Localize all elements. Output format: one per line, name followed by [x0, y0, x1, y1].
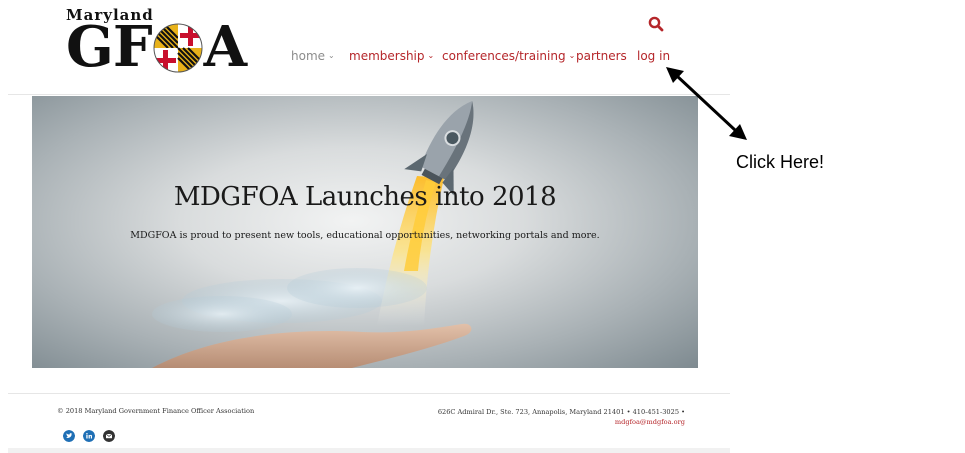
site-logo[interactable]: Maryland GF A	[62, 6, 252, 78]
email-icon[interactable]	[103, 430, 115, 442]
click-here-callout: Click Here!	[736, 152, 825, 172]
nav-item-conferences-training[interactable]: conferences/training ⌄	[442, 49, 575, 63]
maryland-flag-icon	[153, 23, 203, 73]
footer-copyright: © 2018 Maryland Government Finance Offic…	[57, 407, 255, 415]
hero-subtitle: MDGFOA is proud to present new tools, ed…	[130, 230, 600, 241]
logo-gfoa-text: GF A	[66, 14, 247, 80]
footer-divider	[8, 393, 730, 394]
chevron-down-icon: ⌄	[427, 51, 435, 60]
footer-email-link[interactable]: mdgfoa@mdgfoa.org	[438, 417, 685, 427]
header-divider	[8, 94, 730, 95]
nav-item-log-in[interactable]: log in	[637, 49, 670, 63]
nav-conferences-label: conferences/training	[442, 49, 566, 63]
double-arrow-icon	[666, 67, 747, 140]
footer-bottom-bar	[8, 448, 730, 453]
hero-banner[interactable]: MDGFOA Launches into 2018 MDGFOA is prou…	[32, 96, 698, 368]
footer-address-line: 626C Admiral Dr., Ste. 723, Annapolis, M…	[437, 408, 685, 416]
nav-item-home[interactable]: home ⌄	[291, 49, 335, 63]
site-header: Maryland GF A home ⌄ membership ⌄ confer…	[0, 0, 730, 95]
chevron-down-icon: ⌄	[328, 51, 335, 60]
nav-partners-label: partners	[576, 49, 627, 63]
footer-address: 626C Admiral Dr., Ste. 723, Annapolis, M…	[438, 407, 685, 427]
logo-letters-left: GF	[66, 14, 153, 80]
nav-item-partners[interactable]: partners	[576, 49, 627, 63]
linkedin-icon[interactable]	[83, 430, 95, 442]
nav-log-in-label: log in	[637, 49, 671, 63]
chevron-down-icon: ⌄	[568, 51, 576, 60]
nav-item-membership[interactable]: membership ⌄	[349, 49, 434, 63]
twitter-icon[interactable]	[63, 430, 75, 442]
search-icon[interactable]	[648, 16, 664, 32]
nav-membership-label: membership	[349, 49, 425, 63]
hero-title: MDGFOA Launches into 2018	[173, 182, 557, 212]
logo-letters-right: A	[203, 14, 247, 80]
nav-home-label: home	[291, 49, 326, 63]
